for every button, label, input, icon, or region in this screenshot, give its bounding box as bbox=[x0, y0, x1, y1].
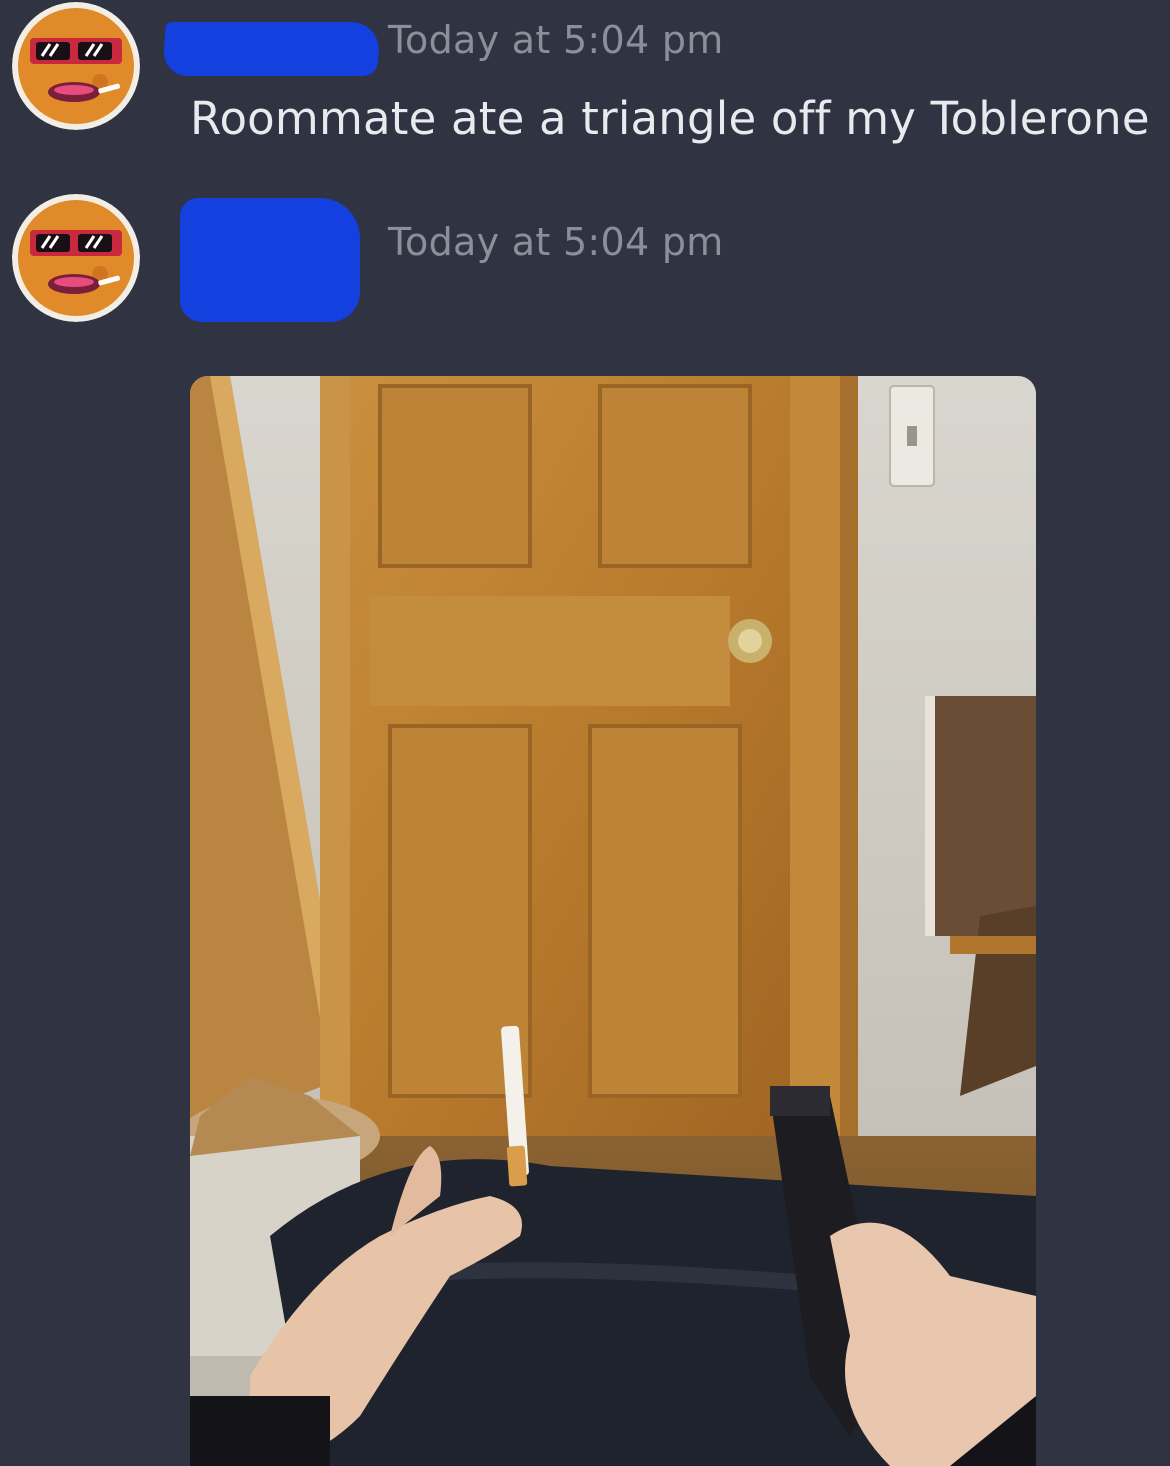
message-timestamp: Today at 5:04 pm bbox=[388, 18, 724, 62]
photo-door-scene bbox=[190, 376, 1036, 1466]
chat-message-list: Today at 5:04 pm Roommate ate a triangle… bbox=[0, 0, 1170, 1466]
user-avatar[interactable] bbox=[12, 194, 140, 322]
user-avatar[interactable] bbox=[12, 2, 140, 130]
chat-message: Today at 5:04 pm Roommate ate a triangle… bbox=[0, 0, 1170, 170]
message-timestamp: Today at 5:04 pm bbox=[388, 220, 724, 264]
nugget-avatar-icon bbox=[12, 194, 140, 322]
username-redaction bbox=[180, 198, 360, 322]
username-redaction bbox=[162, 22, 381, 76]
nugget-avatar-icon bbox=[12, 2, 140, 130]
message-content: Roommate ate a triangle off my Toblerone bbox=[190, 92, 1150, 145]
chat-message: Today at 5:04 pm bbox=[0, 170, 1170, 1466]
image-attachment[interactable] bbox=[190, 376, 1036, 1466]
